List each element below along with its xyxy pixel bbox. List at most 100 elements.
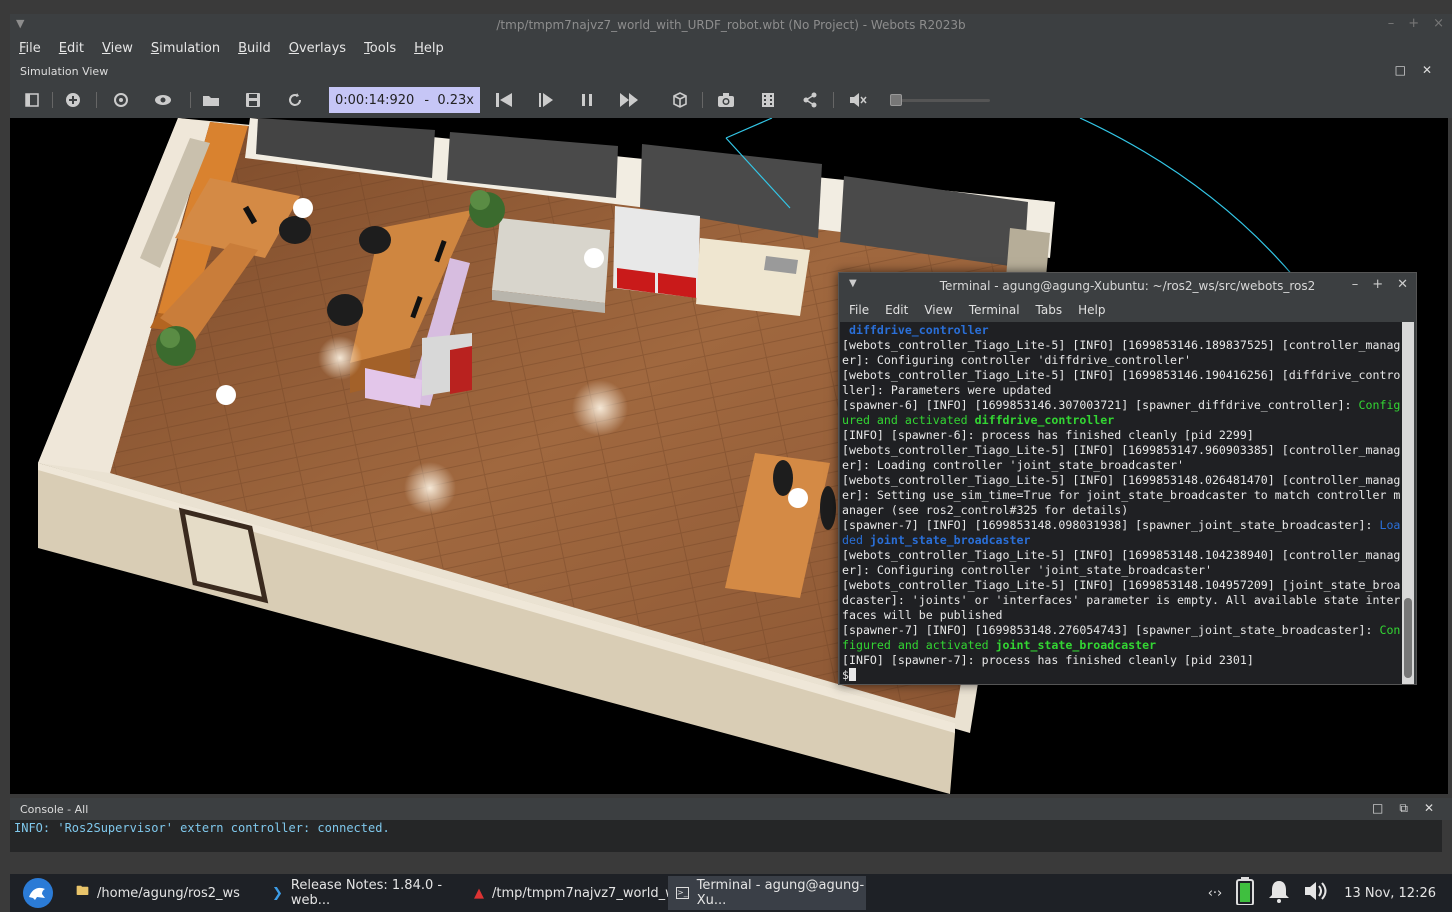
task-webots[interactable]: ▲ /tmp/tmpm7najvz7_world_w... (466, 876, 687, 910)
menu-build[interactable]: Build (229, 41, 280, 56)
terminal-menu-view[interactable]: View (916, 303, 960, 317)
whisker-menu-button[interactable] (22, 876, 54, 910)
close-button[interactable]: × (1433, 16, 1444, 31)
terminal-minimize-button[interactable]: – (1352, 277, 1359, 292)
terminal-line: [spawner-7] [INFO] [1699853148.276054743… (842, 623, 1401, 638)
menu-simulation[interactable]: Simulation (142, 41, 229, 56)
toolbar-separator (190, 92, 191, 108)
battery-icon[interactable] (1236, 877, 1255, 909)
toolbar-separator (833, 92, 834, 108)
volume-slider-track[interactable] (890, 99, 990, 102)
terminal-line: [webots_controller_Tiago_Lite-5] [INFO] … (842, 548, 1401, 562)
system-tray: ‹·› 13 Nov, 12:26 (1208, 874, 1436, 912)
terminal-output[interactable]: diffdrive_controller [webots_controller_T… (840, 322, 1403, 684)
terminal-menubar: File Edit View Terminal Tabs Help (839, 299, 1416, 321)
terminal-window[interactable]: ▼ Terminal - agung@agung-Xubuntu: ~/ros2… (838, 272, 1417, 685)
task-terminal[interactable]: >_ Terminal - agung@agung-Xu... (668, 876, 866, 910)
terminal-scrollbar[interactable] (1402, 322, 1414, 684)
step-icon[interactable] (534, 88, 558, 112)
terminal-menu-tabs[interactable]: Tabs (1028, 303, 1071, 317)
terminal-close-button[interactable]: ✕ (1397, 277, 1408, 292)
menu-tools[interactable]: Tools (355, 41, 405, 56)
terminal-titlebar[interactable]: ▼ Terminal - agung@agung-Xubuntu: ~/ros2… (839, 273, 1416, 299)
terminal-line: er]: Setting use_sim_time=True for joint… (842, 488, 1401, 502)
task-label: Release Notes: 1.84.0 - web... (290, 878, 443, 908)
add-node-icon[interactable] (61, 88, 85, 112)
terminal-text: [spawner-7] [INFO] [1699853148.276054743… (842, 623, 1380, 637)
window-menu-icon[interactable]: ▼ (16, 17, 24, 30)
console-line: INFO: 'Ros2Supervisor' extern controller… (14, 821, 390, 835)
terminal-line: diffdrive_controller (842, 323, 989, 337)
terminal-text-highlight: Config (1358, 398, 1401, 412)
console-maximize-icon[interactable]: □ (1372, 801, 1383, 816)
record-movie-icon[interactable] (756, 88, 780, 112)
terminal-menu-edit[interactable]: Edit (877, 303, 916, 317)
fast-forward-icon[interactable] (617, 88, 641, 112)
task-label: /home/agung/ros2_ws (97, 885, 240, 901)
task-files[interactable]: 🖿 /home/agung/ros2_ws (68, 876, 258, 910)
simulation-toolbar: 0:00:14:920 - 0.23x (10, 82, 1452, 118)
volume-icon[interactable] (1304, 880, 1330, 906)
volume-slider-handle[interactable] (890, 94, 902, 106)
menu-view[interactable]: View (93, 41, 142, 56)
terminal-menu-help[interactable]: Help (1070, 303, 1113, 317)
taskbar: 🖿 /home/agung/ros2_ws ❯ Release Notes: 1… (10, 874, 1452, 912)
terminal-line: [INFO] [spawner-7]: process has finished… (842, 653, 1254, 667)
terminal-cursor (848, 668, 856, 681)
window-titlebar[interactable]: ▼ /tmp/tmpm7najvz7_world_with_URDF_robot… (10, 14, 1452, 36)
terminal-line: [webots_controller_Tiago_Lite-5] [INFO] … (842, 338, 1401, 352)
toolbar-separator (96, 92, 97, 108)
network-icon[interactable]: ‹·› (1208, 886, 1223, 901)
simulation-view-title: Simulation View (20, 64, 109, 78)
pause-icon[interactable] (575, 88, 599, 112)
terminal-line: er]: Loading controller 'joint_state_bro… (842, 458, 1185, 472)
console-output[interactable]: INFO: 'Ros2Supervisor' extern controller… (10, 820, 1442, 852)
terminal-prompt: $ (842, 668, 849, 682)
maximize-button[interactable]: + (1408, 16, 1419, 31)
terminal-text-highlight: ded (842, 533, 870, 547)
terminal-text-highlight: ured and activated (842, 413, 975, 427)
terminal-maximize-button[interactable]: + (1372, 277, 1383, 292)
console-close-icon[interactable]: ✕ (1424, 801, 1434, 816)
mute-icon[interactable] (846, 88, 870, 112)
terminal-line: anager (see ros2_control#325 for details… (842, 503, 1129, 517)
terminal-prompt-line[interactable]: $ (842, 668, 1401, 683)
undock-icon[interactable]: □ (1395, 63, 1406, 77)
task-vscode[interactable]: ❯ Release Notes: 1.84.0 - web... (264, 876, 460, 910)
console-header: Console - All □ ⧉ ✕ (10, 798, 1452, 820)
terminal-scrollbar-thumb[interactable] (1404, 598, 1412, 678)
notification-bell-icon[interactable] (1268, 879, 1290, 907)
screenshot-icon[interactable] (714, 88, 738, 112)
open-world-icon[interactable] (199, 88, 223, 112)
terminal-line: [spawner-7] [INFO] [1699853148.098031938… (842, 518, 1401, 533)
eye-icon[interactable] (151, 88, 175, 112)
rendering-toggle-icon[interactable] (667, 88, 691, 112)
share-icon[interactable] (798, 88, 822, 112)
terminal-menu-terminal[interactable]: Terminal (961, 303, 1028, 317)
close-panel-icon[interactable]: ✕ (1422, 63, 1432, 77)
terminal-text-highlight: joint_state_broadcaster (869, 533, 1031, 547)
simulation-time: 0:00:14:920 (335, 92, 415, 108)
menu-edit[interactable]: Edit (50, 41, 93, 56)
vscode-icon: ❯ (272, 885, 283, 901)
window-title: /tmp/tmpm7najvz7_world_with_URDF_robot.w… (496, 18, 966, 32)
terminal-line: faces will be published (842, 608, 1003, 622)
terminal-menu-file[interactable]: File (841, 303, 877, 317)
terminal-icon: >_ (676, 887, 689, 899)
terminal-window-menu-icon[interactable]: ▼ (849, 278, 857, 289)
clock[interactable]: 13 Nov, 12:26 (1344, 886, 1436, 901)
toolbar-separator (702, 92, 703, 108)
reload-world-icon[interactable] (283, 88, 307, 112)
terminal-text-highlight: diffdrive_controller (974, 413, 1115, 427)
time-separator: - (424, 92, 430, 108)
save-world-icon[interactable] (241, 88, 265, 112)
menu-file[interactable]: File (10, 41, 50, 56)
scene-tree-toggle-icon[interactable] (20, 88, 44, 112)
minimize-button[interactable]: – (1388, 16, 1395, 31)
reset-simulation-icon[interactable] (492, 88, 516, 112)
menu-help[interactable]: Help (405, 41, 453, 56)
reset-viewpoint-icon[interactable] (109, 88, 133, 112)
console-undock-icon[interactable]: ⧉ (1399, 801, 1408, 816)
terminal-line: dcaster]: 'joints' or 'interfaces' param… (842, 593, 1401, 607)
menu-overlays[interactable]: Overlays (280, 41, 355, 56)
